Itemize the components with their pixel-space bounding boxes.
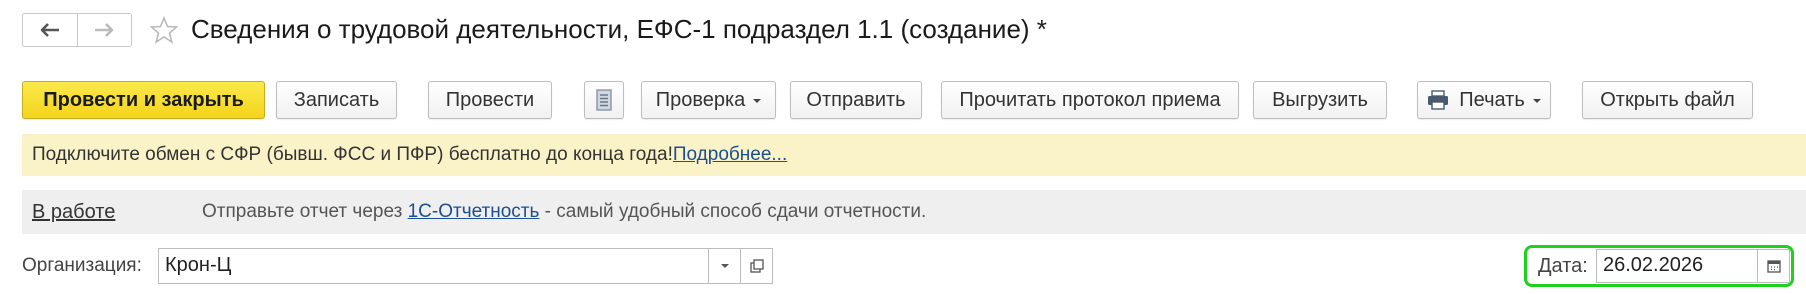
date-value[interactable]: 26.02.2026 <box>1597 250 1757 282</box>
page-title: Сведения о трудовой деятельности, ЕФС-1 … <box>191 14 1047 44</box>
export-button[interactable]: Выгрузить <box>1253 81 1387 119</box>
status-bar: В работе Отправьте отчет через 1С-Отчетн… <box>22 190 1806 234</box>
send-label: Отправить <box>806 88 906 111</box>
open-file-button[interactable]: Открыть файл <box>1582 81 1753 119</box>
reporting-service-link[interactable]: 1С-Отчетность <box>408 201 540 222</box>
organization-label: Организация: <box>22 255 142 276</box>
send-button[interactable]: Отправить <box>790 81 922 119</box>
post-and-close-button[interactable]: Провести и закрыть <box>22 81 265 119</box>
date-field[interactable]: 26.02.2026 <box>1596 249 1790 283</box>
arrow-left-icon <box>40 23 59 37</box>
save-label: Записать <box>293 88 380 111</box>
post-label: Провести <box>445 88 535 111</box>
organization-dropdown-button[interactable] <box>708 249 740 283</box>
arrow-right-icon <box>95 23 114 37</box>
check-label: Проверка <box>655 88 746 111</box>
forward-button[interactable] <box>76 14 132 46</box>
read-protocol-label: Прочитать протокол приема <box>959 88 1221 111</box>
print-label: Печать <box>1459 88 1525 111</box>
print-dropdown-button[interactable]: Печать <box>1417 81 1551 119</box>
caret-down-icon <box>753 99 762 103</box>
save-button[interactable]: Записать <box>276 81 397 119</box>
caret-down-icon <box>1532 99 1541 103</box>
promo-more-link[interactable]: Подробнее... <box>673 144 787 166</box>
printer-icon <box>1427 90 1449 110</box>
history-nav <box>22 13 132 47</box>
promo-text: Подключите обмен с СФР (бывш. ФСС и ПФР)… <box>32 144 673 165</box>
report-button[interactable] <box>584 81 624 119</box>
document-list-icon <box>596 89 612 111</box>
open-file-label: Открыть файл <box>1600 88 1735 111</box>
status-text-before: Отправьте отчет через <box>202 201 408 222</box>
calendar-icon <box>1766 260 1781 273</box>
caret-down-icon <box>720 264 729 268</box>
organization-value[interactable]: Крон-Ц <box>159 249 708 283</box>
back-button[interactable] <box>23 14 77 46</box>
organization-field[interactable]: Крон-Ц <box>158 248 773 284</box>
post-and-close-label: Провести и закрыть <box>43 88 244 111</box>
status-message: Отправьте отчет через 1С-Отчетность - са… <box>202 201 926 223</box>
date-calendar-button[interactable] <box>1757 250 1789 282</box>
status-in-progress-link[interactable]: В работе <box>32 201 115 224</box>
star-icon <box>150 16 178 44</box>
organization-open-button[interactable] <box>740 249 772 283</box>
read-protocol-button[interactable]: Прочитать протокол приема <box>941 81 1239 119</box>
open-window-icon <box>749 259 764 273</box>
date-label: Дата: <box>1538 255 1588 277</box>
favorite-button[interactable] <box>148 13 180 47</box>
post-button[interactable]: Провести <box>428 81 552 119</box>
export-label: Выгрузить <box>1272 88 1368 111</box>
check-dropdown-button[interactable]: Проверка <box>641 81 776 119</box>
status-text-after: - самый удобный способ сдачи отчетности. <box>539 201 927 222</box>
promo-banner: Подключите обмен с СФР (бывш. ФСС и ПФР)… <box>22 134 1806 176</box>
